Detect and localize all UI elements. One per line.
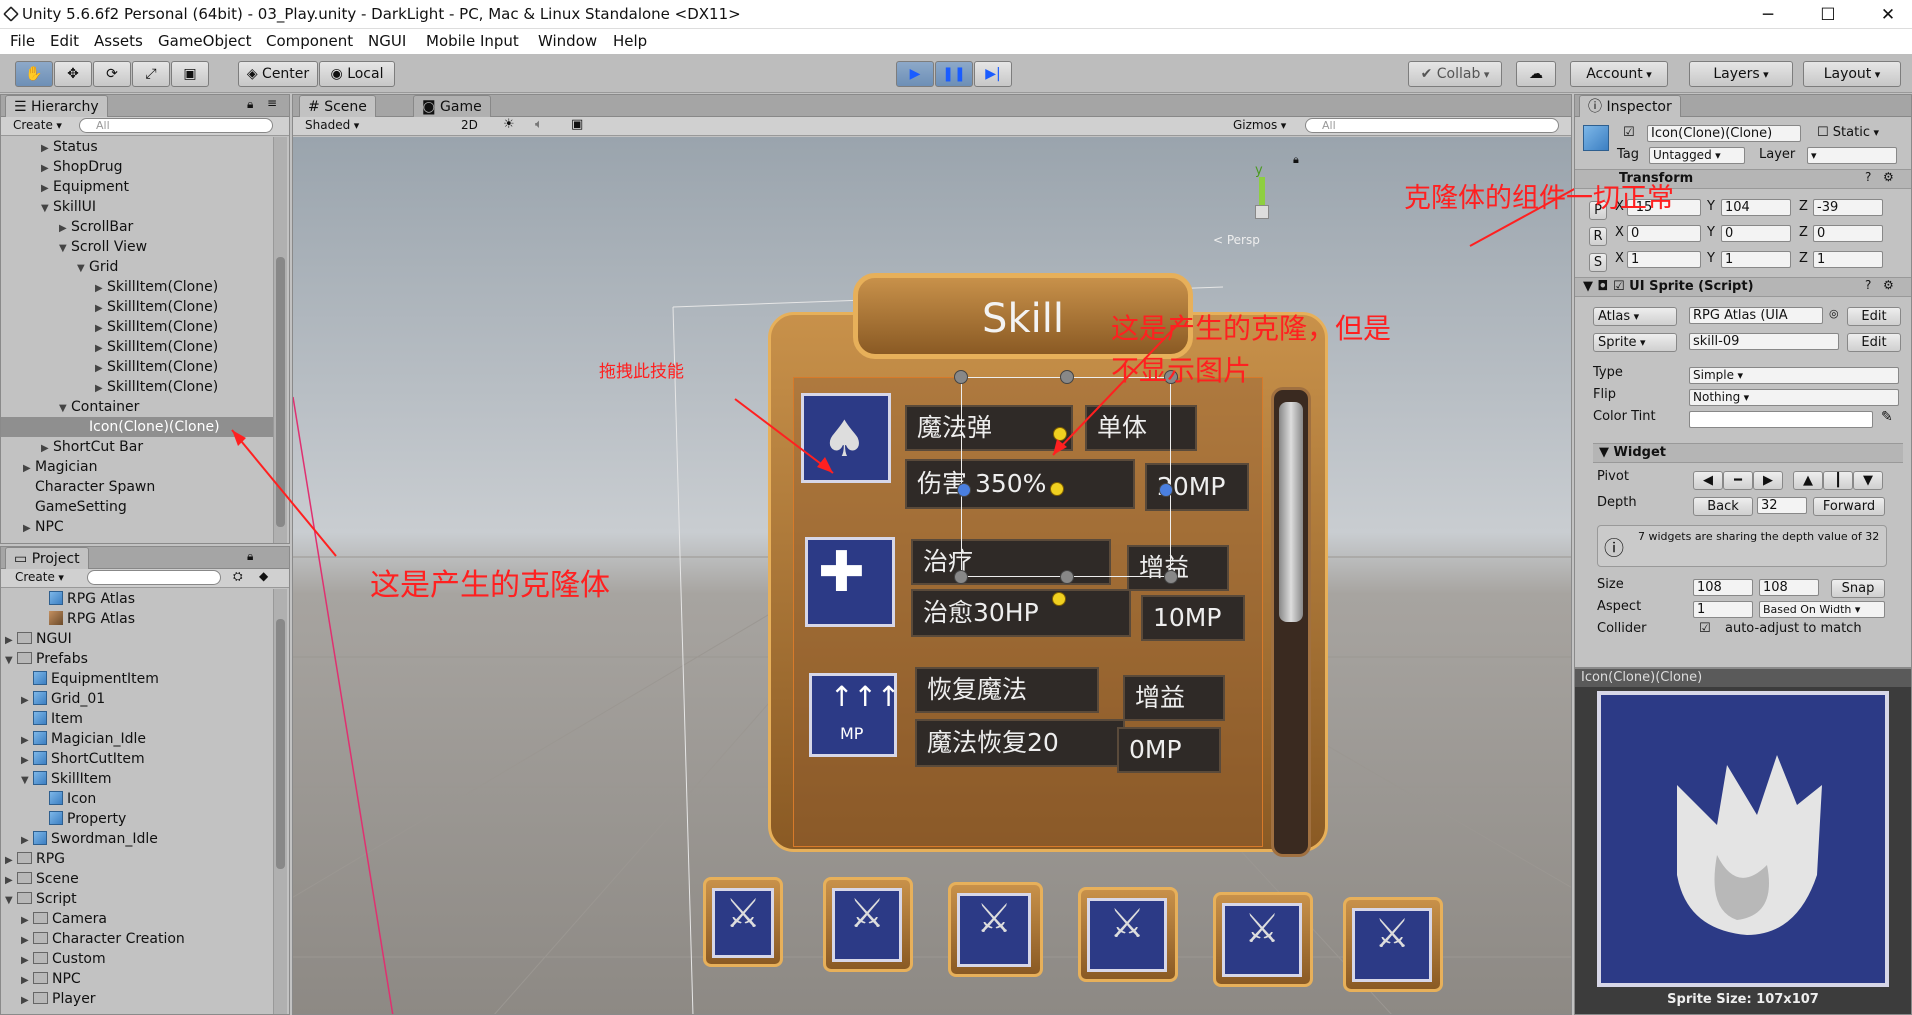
tag-label: Tag: [1617, 147, 1640, 162]
rotation-z-field[interactable]: 0: [1813, 225, 1883, 242]
size-label: Size: [1597, 577, 1624, 592]
collapse-triangle-icon: ▼: [1599, 445, 1614, 460]
z-label: Z: [1799, 251, 1808, 266]
annotation-components-ok: 克隆体的组件一切正常: [1404, 183, 1674, 214]
static-checkbox: ☐: [1817, 125, 1833, 140]
rotation-y-field[interactable]: 0: [1721, 225, 1791, 242]
rotation-x-field[interactable]: 0: [1627, 225, 1701, 242]
y-label: Y: [1707, 251, 1715, 266]
snap-button[interactable]: Snap: [1831, 579, 1885, 598]
depth-back-button[interactable]: Back: [1693, 497, 1753, 516]
fire-icon: [1677, 755, 1822, 935]
pivot-center-v-button[interactable]: ┃: [1823, 471, 1853, 490]
aspect-field[interactable]: 1: [1693, 601, 1753, 618]
layer-dropdown[interactable]: [1807, 147, 1897, 164]
active-checkbox[interactable]: ☑: [1623, 125, 1635, 140]
tab-inspector[interactable]: ⓘ Inspector: [1579, 95, 1681, 117]
sprite-edit-button[interactable]: Edit: [1847, 333, 1901, 352]
x-label: X: [1615, 251, 1624, 266]
collider-label: Collider: [1597, 621, 1647, 636]
size-height-field[interactable]: 108: [1759, 579, 1819, 596]
type-dropdown[interactable]: Simple: [1689, 367, 1899, 384]
pivot-top-button[interactable]: ▲: [1793, 471, 1823, 490]
flip-label: Flip: [1593, 387, 1616, 402]
inspector-tab-label: Inspector: [1606, 99, 1672, 115]
y-label: Y: [1707, 225, 1715, 240]
eyedropper-icon[interactable]: ✎: [1881, 409, 1893, 425]
scale-x-field[interactable]: 1: [1627, 251, 1701, 268]
object-name-field[interactable]: Icon(Clone)(Clone): [1647, 125, 1801, 142]
warning-icon: ⓘ: [1604, 536, 1624, 560]
pivot-bottom-button[interactable]: ▼: [1853, 471, 1883, 490]
collider-checkbox[interactable]: ☑: [1699, 621, 1711, 636]
sprite-preview-image: [1597, 691, 1889, 987]
type-label: Type: [1593, 365, 1623, 380]
info-icon: ⓘ: [1588, 99, 1607, 115]
layer-label: Layer: [1759, 147, 1796, 162]
collider-text: auto-adjust to match: [1725, 621, 1862, 636]
depth-field[interactable]: 32: [1757, 497, 1807, 514]
collapse-triangle-icon: ▼ ◘ ☑: [1583, 279, 1630, 294]
atlas-button[interactable]: Atlas: [1593, 307, 1677, 326]
atlas-picker-icon[interactable]: ◎: [1829, 307, 1839, 320]
x-label: X: [1615, 225, 1624, 240]
position-y-field[interactable]: 104: [1721, 199, 1791, 216]
z-label: Z: [1799, 225, 1808, 240]
preview-panel: Icon(Clone)(Clone) Sprite Size: 107x107: [1574, 668, 1912, 1015]
reset-scale-button[interactable]: S: [1589, 253, 1607, 272]
pivot-left-button[interactable]: ◀: [1693, 471, 1723, 490]
preview-title: Icon(Clone)(Clone): [1575, 669, 1911, 687]
scale-y-field[interactable]: 1: [1721, 251, 1791, 268]
help-icon[interactable]: ?: [1865, 278, 1871, 292]
tag-dropdown[interactable]: Untagged: [1649, 147, 1745, 164]
z-label: Z: [1799, 199, 1808, 214]
depth-info-box: ⓘ 7 widgets are sharing the depth value …: [1597, 525, 1887, 567]
uisprite-title: UI Sprite (Script): [1629, 279, 1754, 294]
color-tint-label: Color Tint: [1593, 409, 1656, 424]
pivot-center-h-button[interactable]: ━: [1723, 471, 1753, 490]
size-width-field[interactable]: 108: [1693, 579, 1753, 596]
atlas-field[interactable]: RPG Atlas (UIA: [1689, 307, 1823, 324]
depth-info-text: 7 widgets are sharing the depth value of…: [1638, 530, 1880, 543]
sprite-button[interactable]: Sprite: [1593, 333, 1677, 352]
scale-z-field[interactable]: 1: [1813, 251, 1883, 268]
pivot-label: Pivot: [1597, 469, 1629, 484]
widget-title: Widget: [1613, 445, 1666, 460]
depth-forward-button[interactable]: Forward: [1813, 497, 1885, 516]
uisprite-header[interactable]: ▼ ◘ ☑ UI Sprite (Script) ? ⚙: [1575, 277, 1911, 297]
gear-icon[interactable]: ⚙: [1883, 170, 1894, 184]
widget-header[interactable]: ▼ Widget: [1593, 443, 1903, 463]
static-toggle[interactable]: ☐ Static: [1817, 125, 1879, 140]
sprite-size-label: Sprite Size: 107x107: [1667, 992, 1819, 1007]
aspect-mode-dropdown[interactable]: Based On Width: [1759, 601, 1885, 618]
color-tint-swatch[interactable]: [1689, 411, 1873, 428]
static-label: Static: [1832, 125, 1870, 140]
pivot-right-button[interactable]: ▶: [1753, 471, 1783, 490]
position-z-field[interactable]: -39: [1813, 199, 1883, 216]
help-icon[interactable]: ?: [1865, 170, 1871, 184]
inspector-tabbar: ⓘ Inspector: [1575, 95, 1911, 117]
sprite-field[interactable]: skill-09: [1689, 333, 1839, 350]
atlas-edit-button[interactable]: Edit: [1847, 307, 1901, 326]
gear-icon[interactable]: ⚙: [1883, 278, 1894, 292]
uisprite-title-row: ▼ ◘ ☑ UI Sprite (Script): [1583, 279, 1754, 294]
aspect-label: Aspect: [1597, 599, 1642, 614]
depth-label: Depth: [1597, 495, 1637, 510]
widget-title-row: ▼ Widget: [1599, 445, 1666, 460]
annotation-clone-created: 这是产生的克隆体: [370, 568, 610, 603]
gameobject-icon: [1583, 125, 1609, 151]
y-label: Y: [1707, 199, 1715, 214]
flip-dropdown[interactable]: Nothing: [1689, 389, 1899, 406]
reset-rotation-button[interactable]: R: [1589, 227, 1607, 246]
